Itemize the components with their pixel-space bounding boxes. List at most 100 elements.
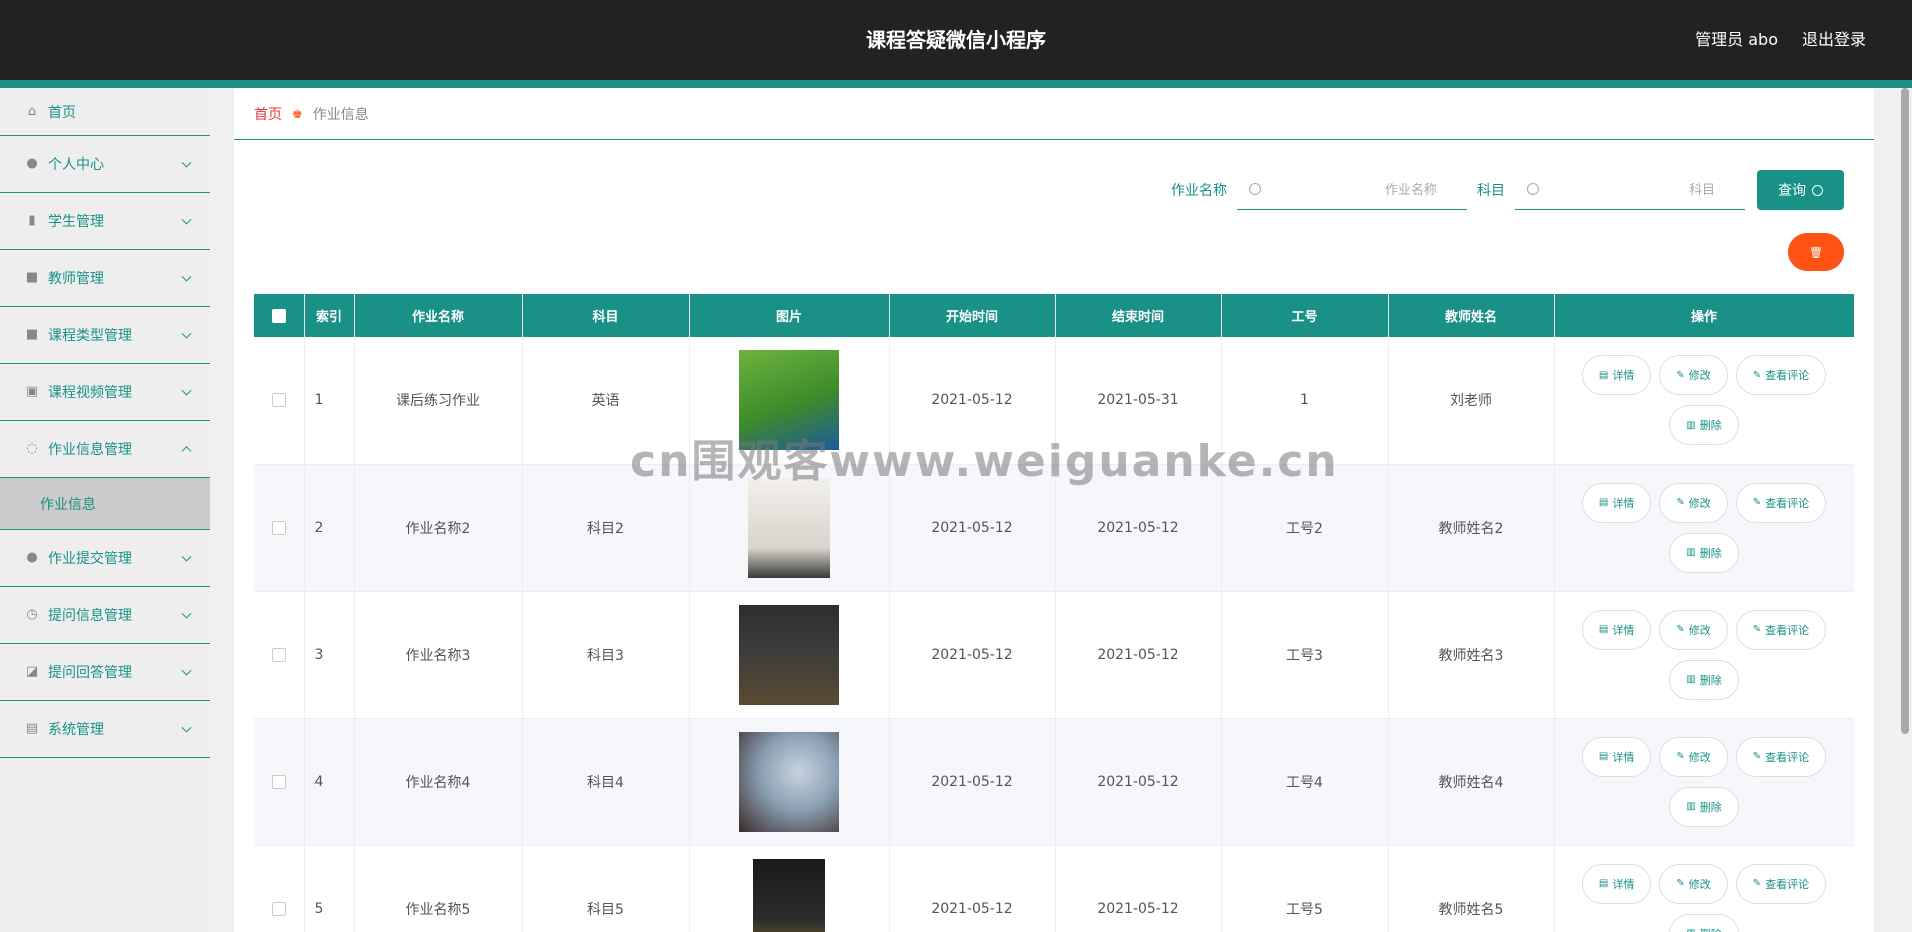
delete-button[interactable]: ▥删除 <box>1669 913 1739 932</box>
sidebar-item-label: 教师管理 <box>48 271 104 287</box>
sidebar-item-teachers[interactable]: ■ 教师管理 <box>0 250 210 307</box>
comments-button-label: 查看评论 <box>1765 623 1810 637</box>
row-name: 作业名称2 <box>354 464 523 592</box>
sidebar-item-home[interactable]: ⌂ 首页 <box>0 88 210 136</box>
delete-button-label: 删除 <box>1699 419 1722 433</box>
detail-button-label: 详情 <box>1612 877 1635 891</box>
select-all-checkbox[interactable] <box>271 308 286 323</box>
header-end: 结束时间 <box>1055 294 1222 337</box>
comments-button[interactable]: ✎ 查看评论 <box>1735 736 1827 777</box>
row-index: 2 <box>304 464 355 592</box>
row-start: 2021-05-12 <box>889 718 1056 846</box>
detail-button[interactable]: ▤ 详情 <box>1581 609 1652 650</box>
document-icon: ▤ <box>1598 878 1609 889</box>
name-search-input[interactable] <box>1237 170 1467 209</box>
trash-icon: ▥ <box>1686 928 1695 932</box>
row-start: 2021-05-12 <box>889 464 1056 592</box>
row-checkbox[interactable] <box>271 647 286 662</box>
chevron-down-icon <box>181 665 192 676</box>
comments-button[interactable]: ✎ 查看评论 <box>1735 482 1827 523</box>
sidebar-item-system[interactable]: ▤ 系统管理 <box>0 701 210 758</box>
sidebar-item-course-types[interactable]: ■ 课程类型管理 <box>0 307 210 364</box>
row-checkbox[interactable] <box>271 520 286 535</box>
sidebar-item-answers[interactable]: ◪ 提问回答管理 <box>0 644 210 701</box>
row-checkbox[interactable] <box>271 774 286 789</box>
briefcase-icon: ■ <box>25 270 39 285</box>
edit-button[interactable]: ✎ 修改 <box>1659 609 1728 650</box>
sidebar-item-label: 作业提交管理 <box>48 551 132 567</box>
batch-delete-button[interactable]: 🗑 <box>1788 233 1844 271</box>
row-name: 课后练习作业 <box>354 337 523 465</box>
chevron-down-icon <box>181 385 192 396</box>
row-index: 1 <box>304 337 355 465</box>
comments-button[interactable]: ✎ 查看评论 <box>1735 609 1827 650</box>
header-start: 开始时间 <box>889 294 1056 337</box>
subject-search-field <box>1515 170 1745 210</box>
header-select-all <box>254 294 305 337</box>
row-end: 2021-05-31 <box>1055 337 1222 465</box>
sidebar-item-label: 个人中心 <box>48 157 104 173</box>
detail-button[interactable]: ▤ 详情 <box>1581 736 1652 777</box>
home-icon: ⌂ <box>27 103 37 119</box>
chevron-down-icon <box>181 214 192 225</box>
detail-button[interactable]: ▤ 详情 <box>1581 482 1652 523</box>
name-search-label: 作业名称 <box>1171 183 1227 199</box>
sidebar-item-submissions[interactable]: ● 作业提交管理 <box>0 530 210 587</box>
logout-button[interactable]: 退出登录 <box>1802 0 1866 80</box>
edit-button[interactable]: ✎ 修改 <box>1659 355 1728 396</box>
table-header-row: 索引 作业名称 科目 图片 开始时间 结束时间 工号 教师姓名 操作 <box>254 294 1854 337</box>
header-image: 图片 <box>689 294 890 337</box>
delete-button[interactable]: ▥删除 <box>1669 532 1739 573</box>
comments-button[interactable]: ✎ 查看评论 <box>1735 355 1827 396</box>
sidebar-item-label: 提问回答管理 <box>48 665 132 681</box>
pencil-icon: ✎ <box>1676 878 1685 889</box>
sidebar-item-course-videos[interactable]: ▣ 课程视频管理 <box>0 364 210 421</box>
edit-button[interactable]: ✎ 修改 <box>1659 736 1728 777</box>
pencil-icon: ✎ <box>1752 369 1762 381</box>
detail-button-label: 详情 <box>1612 623 1635 637</box>
sidebar-item-questions[interactable]: ◷ 提问信息管理 <box>0 587 210 644</box>
chevron-down-icon <box>181 608 192 619</box>
chevron-down-icon <box>181 722 192 733</box>
delete-button[interactable]: ▥删除 <box>1669 659 1739 700</box>
row-subject: 科目2 <box>522 464 690 592</box>
sidebar-item-students[interactable]: ▮ 学生管理 <box>0 193 210 250</box>
header-actions: 操作 <box>1554 294 1854 337</box>
query-button[interactable]: 查询 <box>1757 170 1844 210</box>
edit-button[interactable]: ✎ 修改 <box>1659 863 1728 904</box>
scrollbar-thumb[interactable] <box>1901 88 1909 734</box>
trash-icon: ▥ <box>1686 419 1696 431</box>
bulb-icon: ● <box>26 550 38 565</box>
row-start: 2021-05-12 <box>889 337 1056 465</box>
sidebar-subitem-homework-info[interactable]: 作业信息 <box>0 478 210 530</box>
breadcrumb-home[interactable]: 首页 <box>254 104 282 124</box>
row-checkbox[interactable] <box>271 901 286 916</box>
query-button-label: 查询 <box>1778 182 1806 198</box>
page-scrollbar[interactable] <box>1898 88 1912 932</box>
subject-search-input[interactable] <box>1515 170 1745 209</box>
comments-button[interactable]: ✎ 查看评论 <box>1735 863 1827 904</box>
top-bar-accent <box>0 80 1912 88</box>
row-actions: ▤详情 ✎修改 ✎查看评论 ▥删除 <box>1574 609 1834 700</box>
row-end: 2021-05-12 <box>1055 591 1222 719</box>
sidebar-item-homework[interactable]: ◌ 作业信息管理 <box>0 421 210 478</box>
row-checkbox[interactable] <box>271 393 286 408</box>
detail-button[interactable]: ▤ 详情 <box>1581 863 1652 904</box>
row-index: 5 <box>304 845 355 932</box>
homework-image <box>739 350 839 451</box>
delete-button[interactable]: ▥删除 <box>1669 786 1739 827</box>
detail-button[interactable]: ▤ 详情 <box>1581 355 1652 396</box>
bell-off-icon: ◌ <box>26 441 38 456</box>
chevron-up-icon <box>181 446 192 457</box>
table-row: 1 课后练习作业 英语 2021-05-12 2021-05-31 1 刘老师 … <box>254 337 1854 465</box>
edit-button[interactable]: ✎ 修改 <box>1659 482 1728 523</box>
table-row: 5 作业名称5 科目5 2021-05-12 2021-05-12 工号5 教师… <box>254 845 1854 932</box>
name-search-field <box>1237 170 1467 210</box>
delete-button[interactable]: ▥删除 <box>1669 405 1739 446</box>
clock-icon: ◷ <box>26 607 38 622</box>
sidebar-item-profile[interactable]: ● 个人中心 <box>0 136 210 193</box>
sidebar-item-label: 作业信息管理 <box>48 442 132 458</box>
sidebar-item-label: 课程视频管理 <box>48 385 132 401</box>
trash-icon: ▥ <box>1686 801 1696 812</box>
clipboard-check-icon: ▣ <box>25 384 39 399</box>
